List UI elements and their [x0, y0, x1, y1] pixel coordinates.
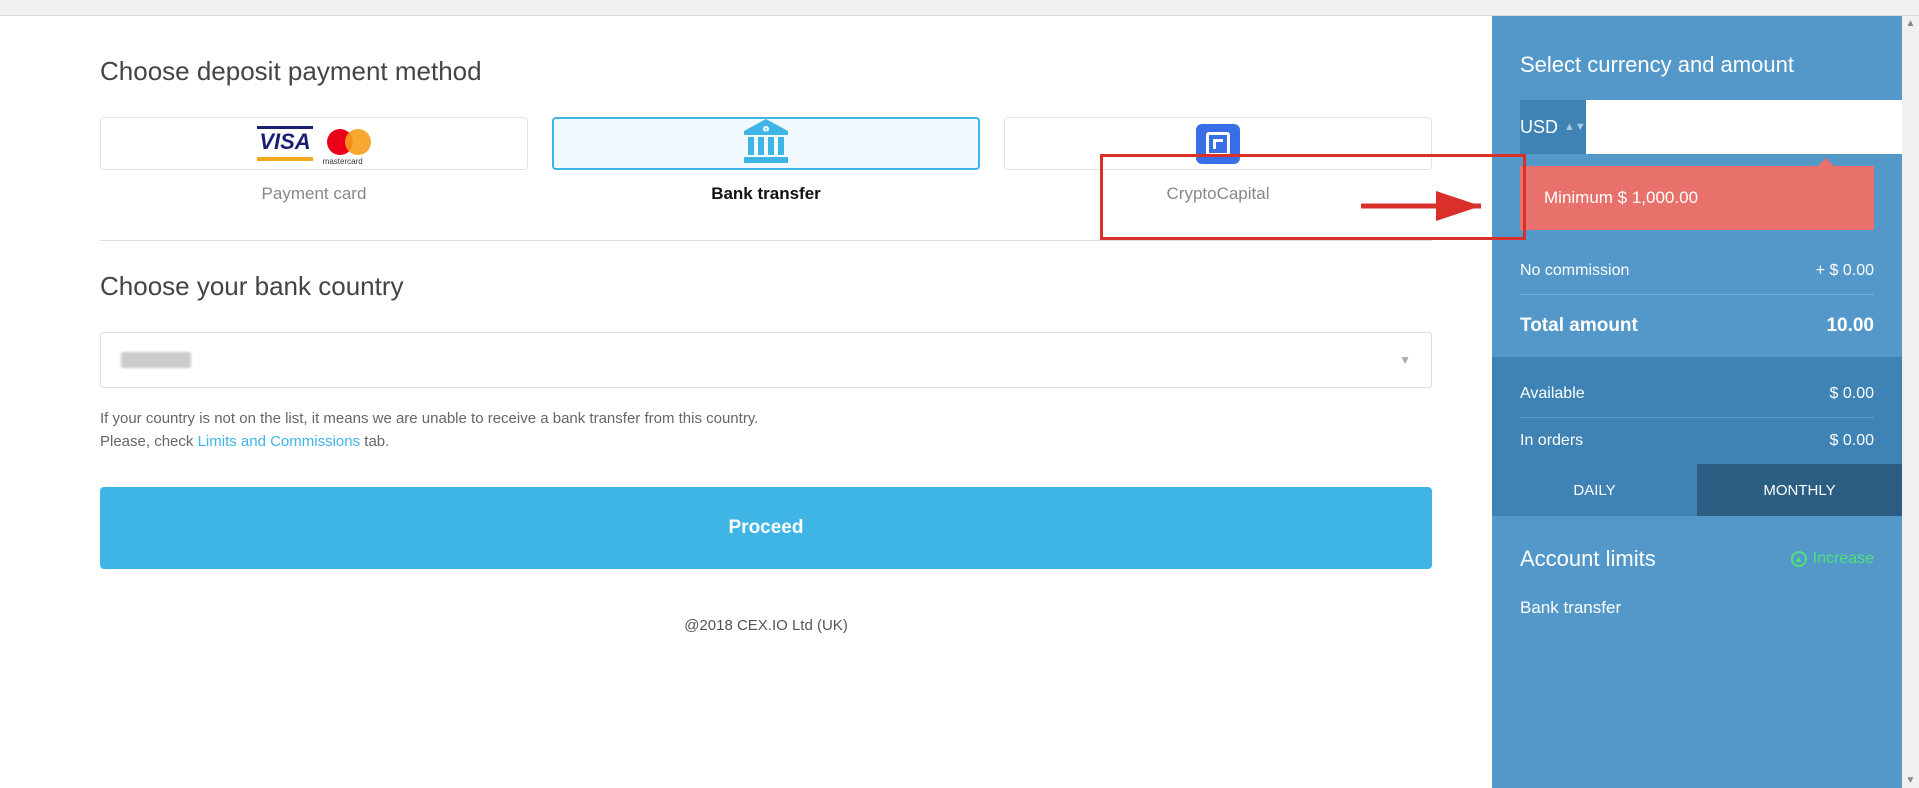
minimum-error: Minimum $ 1,000.00: [1520, 166, 1874, 230]
payment-method-row: VISA mastercard Payment card $ Bank tran…: [100, 117, 1432, 204]
currency-selector[interactable]: USD ▲▼: [1520, 100, 1586, 154]
deposit-method-heading: Choose deposit payment method: [100, 56, 1432, 87]
inorders-value: $ 0.00: [1830, 432, 1874, 450]
total-value: 10.00: [1826, 315, 1874, 337]
amount-input[interactable]: [1586, 100, 1902, 154]
bank-transfer-option[interactable]: $: [552, 117, 980, 170]
currency-value: USD: [1520, 117, 1558, 138]
account-limits-title: Account limits: [1520, 546, 1656, 572]
scroll-down-icon[interactable]: ▼: [1904, 773, 1918, 788]
browser-toolbar: [0, 0, 1919, 16]
country-help-text: If your country is not on the list, it m…: [100, 408, 1432, 453]
main-content: Choose deposit payment method VISA maste…: [0, 16, 1492, 788]
bank-icon: $: [742, 119, 790, 168]
country-value-redacted: [121, 352, 191, 368]
commission-label: No commission: [1520, 262, 1629, 280]
scroll-up-icon[interactable]: ▲: [1904, 16, 1918, 31]
inorders-label: In orders: [1520, 432, 1583, 450]
sort-icon: ▲▼: [1564, 121, 1586, 133]
scrollbar[interactable]: ▲ ▼: [1902, 16, 1919, 788]
currency-panel: Select currency and amount USD ▲▼ Minimu…: [1492, 16, 1902, 788]
cryptocapital-label: CryptoCapital: [1004, 184, 1432, 204]
payment-card-label: Payment card: [100, 184, 528, 204]
bank-country-heading: Choose your bank country: [100, 271, 1432, 302]
mastercard-icon: mastercard: [327, 129, 371, 159]
chevron-down-icon: ▼: [1399, 353, 1411, 367]
proceed-button[interactable]: Proceed: [100, 487, 1432, 569]
available-value: $ 0.00: [1830, 385, 1874, 403]
tab-monthly[interactable]: MONTHLY: [1697, 464, 1902, 516]
total-label: Total amount: [1520, 315, 1638, 337]
visa-icon: VISA: [257, 126, 312, 161]
currency-panel-title: Select currency and amount: [1492, 52, 1902, 100]
up-arrow-circle-icon: ▲: [1791, 551, 1807, 567]
tab-daily[interactable]: DAILY: [1492, 464, 1697, 516]
commission-value: + $ 0.00: [1816, 262, 1874, 280]
limits-bank-transfer-row: Bank transfer: [1492, 582, 1902, 618]
footer-copyright: @2018 CEX.IO Ltd (UK): [100, 617, 1432, 634]
increase-link[interactable]: ▲ Increase: [1791, 550, 1874, 568]
cryptocapital-icon: [1196, 124, 1240, 164]
bank-transfer-label: Bank transfer: [552, 184, 980, 204]
cryptocapital-option[interactable]: [1004, 117, 1432, 170]
country-select[interactable]: ▼: [100, 332, 1432, 388]
svg-text:$: $: [765, 128, 768, 134]
available-label: Available: [1520, 385, 1585, 403]
payment-card-option[interactable]: VISA mastercard: [100, 117, 528, 170]
limits-link[interactable]: Limits and Commissions: [198, 433, 361, 450]
divider: [100, 240, 1432, 241]
